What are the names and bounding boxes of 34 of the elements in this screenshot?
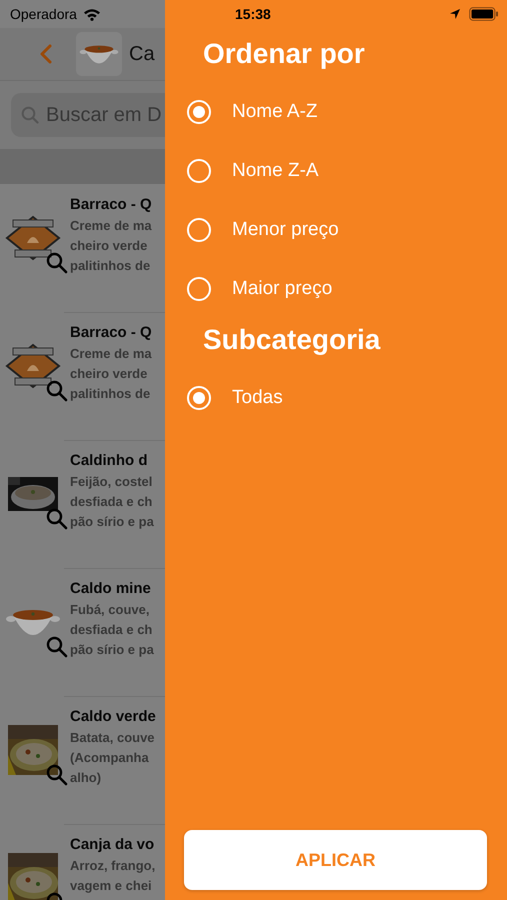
dish-description: desfiada e ch [70,621,154,639]
dish-name: Canja da vo [70,836,156,853]
dish-description: vagem e chei [70,877,153,895]
radio-option[interactable]: Maior preço [165,259,507,318]
dish-name: Barraco - Q [70,324,152,341]
dish-description: cheiro verde [70,365,148,383]
dish-description: pão sírio e pa [70,513,154,531]
dish-description: Arroz, frango, [70,857,156,875]
carrier-name: Operadora [10,6,77,22]
dish-description: Creme de ma [70,217,152,235]
nav-title: Ca [129,42,155,66]
dish-name: Caldo verde [70,708,156,725]
dish-description: Batata, couve [70,729,156,747]
dish-description: alho) [70,769,102,787]
dish-description: Fubá, couve, [70,601,150,619]
dish-description: palitinhos de [70,385,152,403]
dish-description: cheiro verde [70,237,148,255]
dish-description: palitinhos de [70,257,152,275]
dish-description: Feijão, costel [70,473,154,491]
dish-description: pão sírio e pa [70,641,154,659]
dish-name: Caldo mine [70,580,152,597]
radio-option[interactable]: Todas [165,368,507,427]
section-heading: Subcategoria [203,324,382,356]
dish-description: Creme de ma [70,345,152,363]
section-heading: Ordenar por [203,38,366,70]
status-time: 15:38 [235,6,271,22]
radio-option[interactable]: Nome Z-A [165,141,507,200]
dish-description: (Acompanha [70,749,150,767]
dish-description: desfiada e ch [70,493,154,511]
dish-name: Caldinho d [70,452,148,469]
dish-name: Barraco - Q [70,196,152,213]
apply-button[interactable]: APLICAR [184,830,487,890]
radio-option[interactable]: Nome A-Z [165,82,507,141]
radio-option[interactable]: Menor preço [165,200,507,259]
